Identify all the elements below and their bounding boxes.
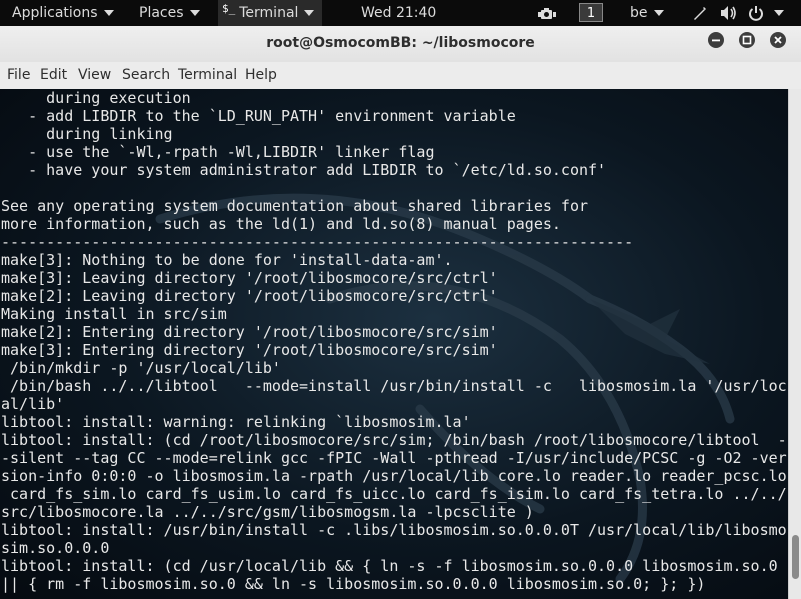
terminal-line: al/lib' xyxy=(1,395,65,413)
power-menu[interactable] xyxy=(748,0,785,26)
menubar: File Edit View Search Terminal Help xyxy=(0,62,801,90)
terminal-line: /bin/bash ../../libtool --mode=install /… xyxy=(1,377,787,395)
applications-menu[interactable]: Applications xyxy=(12,0,114,26)
terminal-line: libtool: install: (cd /root/libosmocore/… xyxy=(1,431,787,449)
window-titlebar[interactable]: root@OsmocomBB: ~/libosmocore xyxy=(0,26,801,63)
menu-edit[interactable]: Edit xyxy=(40,62,67,89)
pen-icon[interactable] xyxy=(692,0,708,26)
terminal-line: libtool: install: /usr/bin/install -c .l… xyxy=(1,521,787,539)
terminal-line: src/libosmocore.la ../../src/gsm/libosmo… xyxy=(1,503,534,521)
menu-terminal[interactable]: Terminal xyxy=(178,62,237,89)
close-button[interactable] xyxy=(770,32,786,48)
terminal-output[interactable]: during execution - add LIBDIR to the `LD… xyxy=(0,89,788,599)
terminal-line: more information, such as the ld(1) and … xyxy=(1,215,561,233)
power-icon xyxy=(748,5,768,21)
terminal-app-menu[interactable]: $_ Terminal xyxy=(218,0,323,26)
menu-help[interactable]: Help xyxy=(245,62,277,89)
terminal-line: -silent --tag CC --mode=relink gcc -fPIC… xyxy=(1,449,787,467)
clock[interactable]: Wed 21:40 xyxy=(361,0,436,26)
terminal-line: || { rm -f libosmosim.so.0 && ln -s libo… xyxy=(1,575,706,593)
menu-file[interactable]: File xyxy=(7,62,30,89)
camera-icon[interactable] xyxy=(538,0,556,26)
chevron-down-icon xyxy=(103,10,114,16)
menu-view[interactable]: View xyxy=(78,62,111,89)
chevron-down-icon xyxy=(774,10,785,16)
maximize-icon xyxy=(742,35,752,45)
terminal-line: - use the `-Wl,-rpath -Wl,LIBDIR' linker… xyxy=(1,143,435,161)
places-menu[interactable]: Places xyxy=(139,0,200,26)
workspace-indicator[interactable]: 1 xyxy=(579,3,603,22)
terminal-lines: during execution - add LIBDIR to the `LD… xyxy=(1,89,787,593)
terminal-app-label: Terminal xyxy=(239,5,299,21)
terminal-line: - have your system administrator add LIB… xyxy=(1,161,607,179)
minimize-icon xyxy=(712,39,720,42)
terminal-line: make[3]: Entering directory '/root/libos… xyxy=(1,341,498,359)
keyboard-layout-label: be xyxy=(630,5,648,21)
terminal-line: during execution xyxy=(1,89,191,107)
menu-search[interactable]: Search xyxy=(122,62,170,89)
maximize-button[interactable] xyxy=(739,32,755,48)
chevron-down-icon xyxy=(304,10,315,16)
terminal-line: make[3]: Leaving directory '/root/libosm… xyxy=(1,269,498,287)
places-label: Places xyxy=(139,5,184,21)
volume-icon[interactable] xyxy=(720,0,738,26)
top-panel: Applications Places $_ Terminal Wed 21:40… xyxy=(0,0,801,26)
keyboard-layout-menu[interactable]: be xyxy=(630,0,664,26)
scrollbar-thumb[interactable] xyxy=(792,535,799,579)
terminal-scrollbar[interactable] xyxy=(788,89,801,599)
chevron-down-icon xyxy=(189,10,200,16)
minimize-button[interactable] xyxy=(708,32,724,48)
terminal-line: make[3]: Nothing to be done for 'install… xyxy=(1,251,453,269)
terminal-line: card_fs_sim.lo card_fs_usim.lo card_fs_u… xyxy=(1,485,787,503)
terminal-line: - add LIBDIR to the `LD_RUN_PATH' enviro… xyxy=(1,107,516,125)
applications-label: Applications xyxy=(12,5,98,21)
chevron-down-icon xyxy=(653,10,664,16)
terminal-line: libtool: install: warning: relinking `li… xyxy=(1,413,471,431)
terminal-icon: $_ xyxy=(222,2,236,15)
window-title: root@OsmocomBB: ~/libosmocore xyxy=(266,35,535,51)
terminal-line: make[2]: Leaving directory '/root/libosm… xyxy=(1,287,498,305)
terminal-line: ----------------------------------------… xyxy=(1,233,634,251)
terminal-line: See any operating system documentation a… xyxy=(1,197,588,215)
close-icon xyxy=(774,36,782,44)
terminal-line: make[2]: Entering directory '/root/libos… xyxy=(1,323,498,341)
terminal-line: sim.so.0.0.0 xyxy=(1,539,110,557)
terminal-line: /bin/mkdir -p '/usr/local/lib' xyxy=(1,359,281,377)
terminal-line: sion-info 0:0:0 -o libosmosim.la -rpath … xyxy=(1,467,787,485)
terminal-line: libtool: install: (cd /usr/local/lib && … xyxy=(1,557,778,575)
terminal-line: during linking xyxy=(1,125,173,143)
terminal-line: Making install in src/sim xyxy=(1,305,227,323)
